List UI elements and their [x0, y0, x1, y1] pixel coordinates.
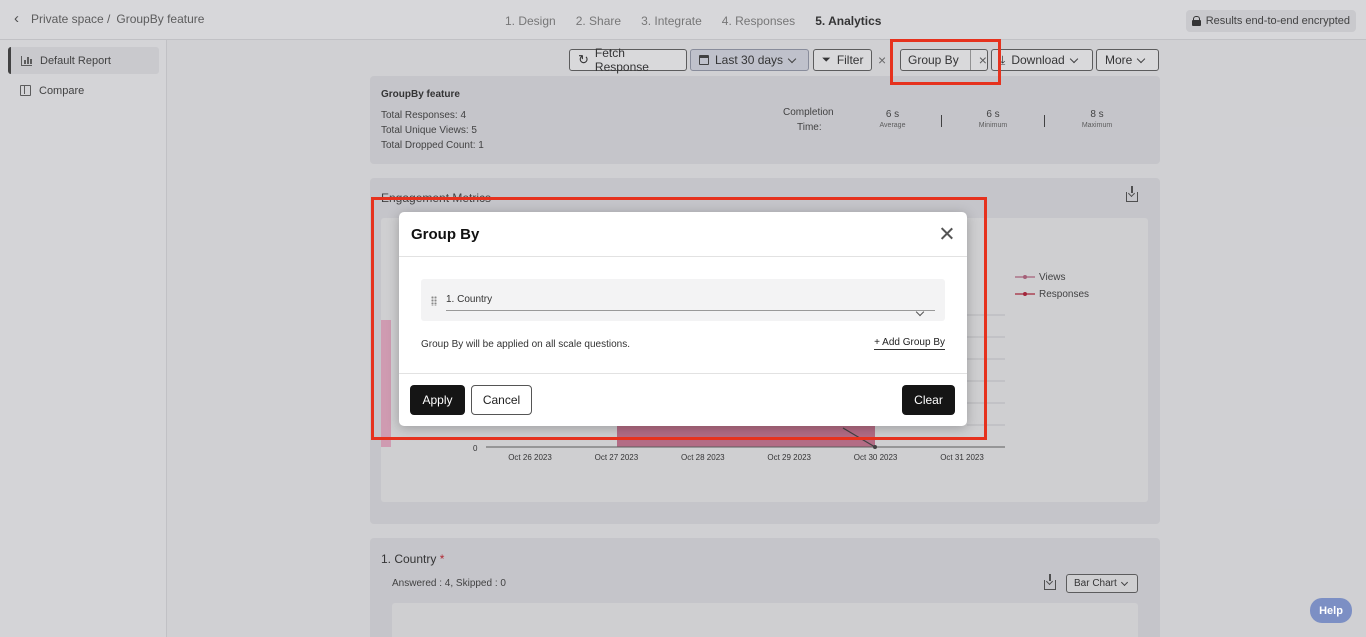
help-button[interactable]: Help — [1310, 598, 1352, 623]
highlight-box-group-by — [890, 39, 1001, 85]
highlight-box-modal — [371, 197, 987, 440]
